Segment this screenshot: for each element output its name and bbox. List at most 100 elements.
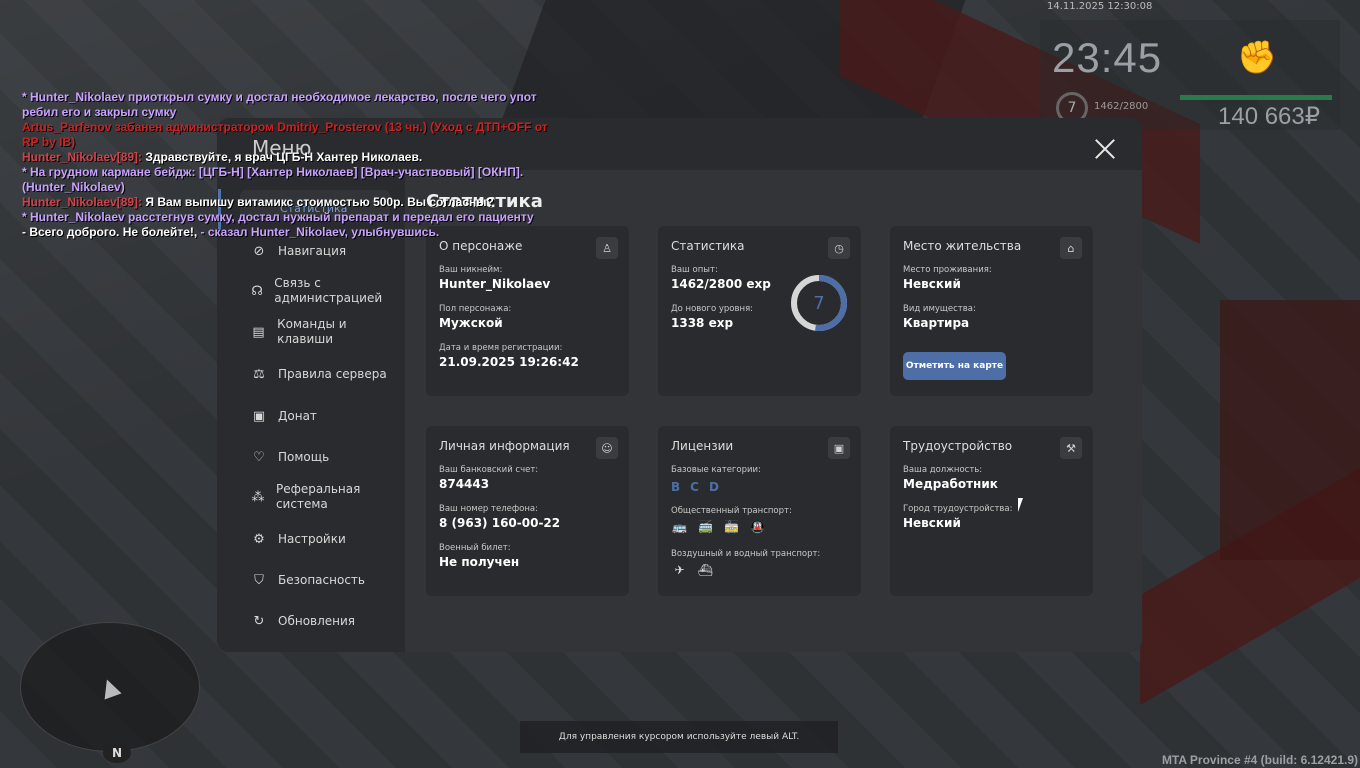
property-type-value: Квартира [903, 316, 970, 330]
compass-icon: ⊘ [253, 243, 265, 259]
field-label: Базовые категории: [671, 465, 761, 475]
card-title: Личная информация [439, 439, 570, 453]
bg-shape [1220, 300, 1360, 560]
shield-icon: ⛉ [254, 572, 264, 588]
registration-value: 21.09.2025 19:26:42 [439, 355, 579, 369]
job-city-value: Невский [903, 516, 961, 530]
category-d: D [708, 480, 719, 494]
position-value: Медработник [903, 477, 998, 491]
chat-line: - Всего доброго. Не болейте!, - сказал H… [22, 225, 552, 240]
player-arrow-icon [98, 676, 122, 700]
sidebar-item-help[interactable]: ♡ Помощь [250, 448, 400, 466]
card-residence: Место жительства ⌂ Место проживания: Нев… [890, 226, 1093, 396]
nickname-value: Hunter_Nikolaev [439, 277, 551, 291]
boat-icon: ⛴ [697, 562, 714, 577]
id-card-icon: ▣ [828, 437, 850, 459]
card-title: Место жительства [903, 239, 1022, 253]
card-character: О персонаже ♙ Ваш никнейм: Hunter_Nikola… [426, 226, 629, 396]
close-button[interactable] [1094, 138, 1116, 160]
card-licenses: Лицензии ▣ Базовые категории: B C D Обще… [658, 426, 861, 596]
sidebar-item-security[interactable]: ⛉ Безопасность [250, 571, 400, 589]
chat-text: Hunter_Nikolaev[89]: [22, 150, 143, 164]
field-label: Пол персонажа: [439, 304, 512, 314]
update-icon: ↻ [253, 613, 265, 629]
sidebar-item-updates[interactable]: ↻ Обновления [250, 612, 400, 630]
card-title: О персонаже [439, 239, 523, 253]
sidebar-item-label: Правила сервера [278, 366, 387, 381]
sidebar-item-label: Настройки [278, 531, 346, 546]
hud-datetime: 14.11.2025 12:30:08 [1047, 1, 1153, 12]
field-label: Вид имущества: [903, 304, 976, 314]
build-info: MTA Province #4 (build: 6.12421.9) [1161, 753, 1358, 767]
bus-icon: 🚌 [672, 519, 687, 534]
category-c: C [690, 480, 699, 494]
chat-text: * Hunter_Nikolaev расстегнув сумку, дост… [22, 210, 534, 224]
chat-line: Hunter_Nikolaev[89]: Я Вам выпишу витами… [22, 195, 552, 210]
chat-line: Artus_Parfenov забанен администратором D… [22, 120, 552, 135]
card-title: Трудоустройство [903, 439, 1013, 453]
field-label: Ваш опыт: [671, 265, 718, 275]
sidebar-item-donate[interactable]: ▣ Донат [250, 407, 400, 425]
chat-line: * Hunter_Nikolaev приоткрыл сумку и дост… [22, 90, 552, 105]
card-title: Статистика [671, 239, 745, 253]
field-label: До нового уровня: [671, 304, 754, 314]
field-label: Ваша должность: [903, 465, 983, 475]
bank-account-value: 874443 [439, 477, 490, 491]
chat-text: * Hunter_Nikolaev приоткрыл сумку и дост… [22, 90, 537, 104]
chat-line: * На грудном кармане бейдж: [ЦГБ-Н] [Хан… [22, 165, 552, 180]
chat-line: RP by IB) [22, 135, 552, 150]
house-icon: ⌂ [1060, 237, 1082, 259]
chat-log: * Hunter_Nikolaev приоткрыл сумку и дост… [22, 90, 552, 240]
sidebar-item-support[interactable]: ☊ Связь с администрацией [250, 276, 400, 306]
sidebar-item-commands[interactable]: ▤ Команды и клавиши [250, 317, 400, 347]
public-transport-icons: 🚌 🚎 🚋 🚇 [671, 518, 766, 535]
chat-line: (Hunter_Nikolaev) [22, 180, 552, 195]
document-icon: ▤ [252, 324, 265, 340]
sidebar-item-rules[interactable]: ⚖ Правила сервера [250, 365, 400, 383]
next-level-value: 1338 exp [671, 316, 734, 330]
field-label: Военный билет: [439, 543, 511, 553]
chat-text: Hunter_Nikolaev[89]: [22, 195, 143, 209]
sidebar-item-settings[interactable]: ⚙ Настройки [250, 530, 400, 548]
category-b: B [671, 480, 681, 494]
chat-text: Artus_Parfenov забанен администратором D… [22, 120, 548, 134]
user-icon: ♙ [596, 237, 618, 259]
network-icon: ⁂ [251, 489, 265, 505]
sidebar-item-label: Реферальная система [275, 482, 361, 511]
chat-action: - сказал Hunter_Nikolaev, улыбнувшись. [197, 225, 440, 239]
sidebar-item-navigation[interactable]: ⊘ Навигация [250, 242, 400, 260]
chat-line: * Hunter_Nikolaev расстегнув сумку, дост… [22, 210, 552, 225]
sidebar-item-label: Донат [278, 408, 317, 423]
headset-icon: ☊ [251, 283, 263, 299]
level-number: 7 [813, 293, 824, 314]
minimap[interactable]: N [20, 622, 200, 763]
sidebar-item-referral[interactable]: ⁂ Реферальная система [250, 482, 400, 512]
license-categories: B C D [671, 480, 719, 494]
hud-exp: 1462/2800 [1094, 101, 1149, 112]
military-id-value: Не получен [439, 555, 520, 569]
level-progress-ring: 7 [791, 275, 847, 331]
stopwatch-icon: ◷ [828, 237, 850, 259]
chat-message: Я Вам выпишу витамикс стоимостью 500р. В… [142, 195, 494, 209]
card-title: Лицензии [671, 439, 734, 453]
plane-icon: ✈ [674, 562, 685, 577]
field-label: Дата и время регистрации: [439, 343, 563, 353]
chat-line: ребил его и закрыл сумку [22, 105, 552, 120]
chat-line: Hunter_Nikolaev[89]: Здравствуйте, я вра… [22, 150, 552, 165]
mark-on-map-button[interactable]: Отметить на карте [903, 352, 1006, 380]
sidebar-item-label: Обновления [278, 613, 356, 628]
field-label: Место проживания: [903, 265, 992, 275]
cursor-hint: Для управления курсором используйте левы… [520, 721, 838, 753]
metro-icon: 🚇 [750, 519, 765, 534]
gear-icon: ⚙ [253, 531, 265, 547]
chat-text: RP by IB) [22, 135, 76, 149]
hud-clock: 23:45 [1052, 34, 1163, 81]
field-label: Ваш номер телефона: [439, 504, 538, 514]
north-indicator: N [103, 743, 131, 763]
phone-value: 8 (963) 160-00-22 [439, 516, 561, 530]
air-water-transport-icons: ✈ ⛴ [671, 561, 714, 578]
gender-value: Мужской [439, 316, 503, 330]
scales-icon: ⚖ [253, 366, 265, 382]
card-statistics: Статистика ◷ Ваш опыт: 1462/2800 exp До … [658, 226, 861, 396]
fist-icon: ✊ [1237, 38, 1277, 76]
